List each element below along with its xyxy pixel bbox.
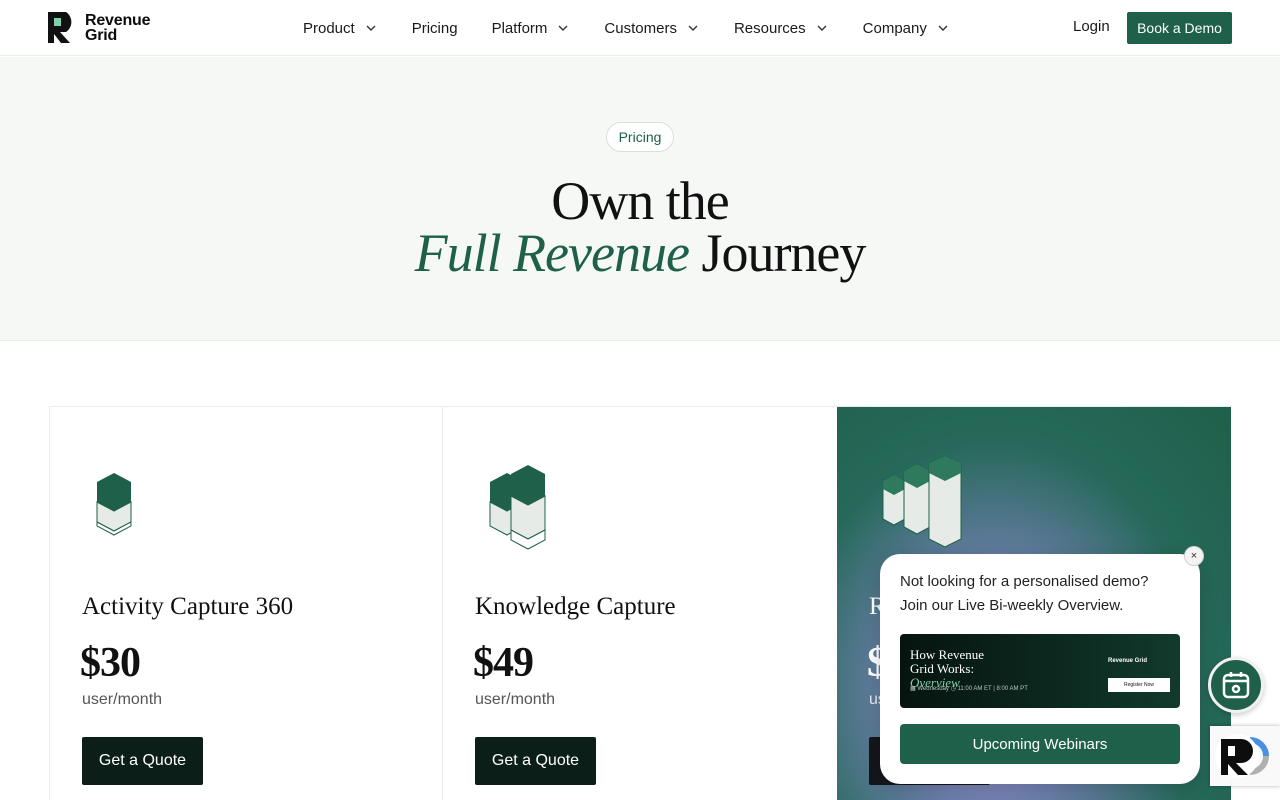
title-line-2: Full Revenue Journey [0, 226, 1280, 280]
banner-title: How Revenue Grid Works: Overview [910, 648, 984, 690]
chevron-down-icon [817, 25, 827, 31]
plan-unit: user/month [82, 691, 163, 708]
plan-card-activity-capture: Activity Capture 360 $30 user/month Get … [50, 407, 443, 800]
chat-widget-button[interactable] [1209, 729, 1265, 783]
close-icon[interactable]: × [1184, 546, 1204, 566]
plan-name: Knowledge Capture [475, 593, 676, 620]
chevron-down-icon [938, 25, 948, 31]
hero-section: Pricing Own the Full Revenue Journey [0, 57, 1280, 341]
top-navigation: Revenue Grid Product Pricing Platform Cu… [0, 0, 1280, 56]
banner-logo: Revenue Grid [1108, 658, 1148, 664]
calendar-icon [1222, 672, 1250, 699]
title-rest: Journey [701, 223, 866, 283]
banner-title-plain: Grid Works: [910, 661, 975, 676]
popup-message: Not looking for a personalised demo? Joi… [900, 570, 1190, 618]
get-quote-button[interactable]: Get a Quote [475, 737, 596, 785]
chevron-down-icon [688, 25, 698, 31]
upcoming-webinars-button[interactable]: Upcoming Webinars [900, 724, 1180, 764]
login-link[interactable]: Login [1073, 18, 1110, 35]
webinar-popup: Not looking for a personalised demo? Joi… [880, 554, 1200, 784]
nav-item-label: Resources [733, 19, 806, 37]
nav-item-platform[interactable]: Platform [492, 20, 571, 37]
double-stack-icon [489, 465, 546, 550]
nav-item-label: Product [303, 19, 355, 37]
logo-wordmark: Revenue Grid [85, 11, 151, 44]
single-stack-icon [96, 473, 132, 536]
chevron-down-icon [366, 25, 376, 31]
logo-line-2: Grid [85, 26, 118, 44]
nav-item-label: Pricing [411, 19, 458, 37]
plan-name: Activity Capture 360 [82, 593, 294, 620]
webinar-banner[interactable]: How Revenue Grid Works: Overview ▦ Wedne… [900, 634, 1180, 708]
triple-stack-icon [882, 455, 962, 548]
logo-line-1: Revenue [85, 11, 151, 29]
nav-item-customers[interactable]: Customers [604, 20, 700, 37]
nav-links: Product Pricing Platform Customers Resou… [303, 0, 984, 56]
calendar-button[interactable] [1208, 657, 1264, 713]
banner-title-line-1: How Revenue [910, 647, 985, 662]
get-quote-button[interactable]: Get a Quote [82, 737, 203, 785]
banner-register-button: Register Now [1108, 678, 1170, 692]
plan-price: $30 [80, 640, 141, 686]
book-demo-button[interactable]: Book a Demo [1127, 12, 1232, 44]
title-italic: Full Revenue [414, 223, 690, 283]
banner-schedule: ▦ Wednesday ◷ 11:00 AM ET | 8:00 AM PT [910, 686, 1028, 692]
revenue-grid-logo-icon [1215, 734, 1259, 778]
popup-line-1: Not looking for a personalised demo? [900, 573, 1149, 590]
nav-item-resources[interactable]: Resources [734, 20, 829, 37]
nav-item-pricing[interactable]: Pricing [412, 20, 458, 37]
plan-card-knowledge-capture: Knowledge Capture $49 user/month Get a Q… [443, 407, 837, 800]
nav-item-product[interactable]: Product [303, 20, 378, 37]
nav-item-company[interactable]: Company [863, 20, 950, 37]
revenue-grid-logo-icon [48, 12, 79, 43]
nav-item-label: Customers [604, 19, 677, 37]
nav-item-label: Company [862, 19, 927, 37]
title-line-1: Own the [551, 171, 729, 231]
revenue-grid-logo[interactable]: Revenue Grid [48, 12, 150, 43]
plan-price: $49 [473, 640, 534, 686]
pricing-pill: Pricing [606, 122, 674, 152]
nav-item-label: Platform [491, 19, 548, 37]
chevron-down-icon [558, 25, 568, 31]
popup-line-2: Join our Live Bi-weekly Overview. [900, 597, 1124, 614]
page-title: Own the Full Revenue Journey [0, 171, 1280, 280]
plan-unit: user/month [475, 691, 556, 708]
